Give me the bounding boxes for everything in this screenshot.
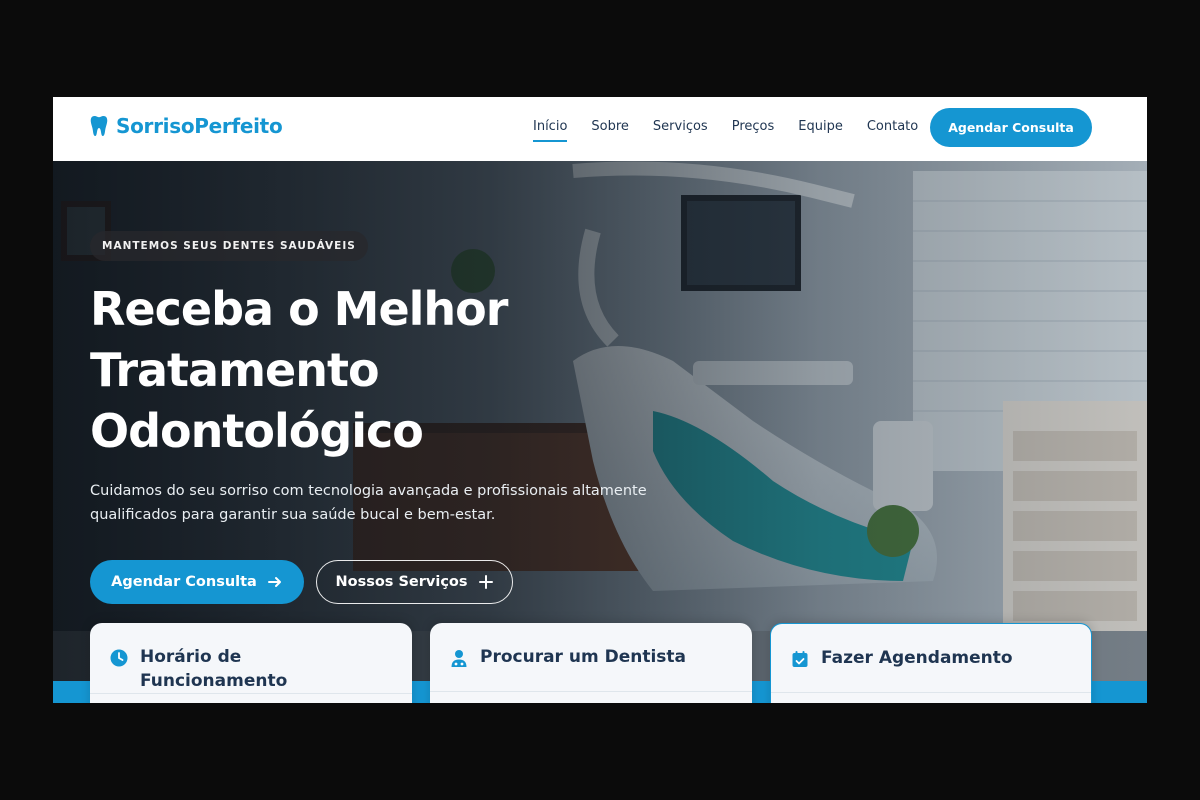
our-services-label: Nossos Serviços: [335, 574, 468, 590]
nav-item-equipe[interactable]: Equipe: [798, 119, 843, 140]
hero-title: Receba o Melhor Tratamento Odontológico: [90, 282, 508, 458]
calendar-check-icon: [792, 651, 808, 667]
schedule-appointment-label: Agendar Consulta: [111, 574, 257, 590]
plus-icon: [478, 575, 493, 589]
nav-item-inicio[interactable]: Início: [533, 119, 568, 142]
info-card-book[interactable]: Fazer Agendamento: [770, 623, 1092, 703]
our-services-button[interactable]: Nossos Serviços: [316, 560, 513, 604]
info-card-find-dentist[interactable]: Procurar um Dentista: [430, 623, 752, 703]
schedule-appointment-button[interactable]: Agendar Consulta: [90, 560, 304, 604]
card-divider: [90, 693, 412, 694]
brand-logo[interactable]: SorrisoPerfeito: [90, 114, 283, 138]
info-card-hours-title: Horário de Funcionamento: [140, 647, 288, 691]
header-schedule-button[interactable]: Agendar Consulta: [930, 108, 1092, 147]
arrow-right-icon: [267, 577, 281, 587]
doctor-icon: [451, 650, 467, 667]
hero-section: MANTEMOS SEUS DENTES SAUDÁVEIS Receba o …: [53, 161, 1147, 703]
info-card-find-dentist-title: Procurar um Dentista: [480, 647, 687, 667]
nav-item-servicos[interactable]: Serviços: [653, 119, 708, 140]
nav-item-sobre[interactable]: Sobre: [591, 119, 629, 140]
nav-item-precos[interactable]: Preços: [732, 119, 775, 140]
clock-icon: [110, 649, 128, 667]
main-nav: Início Sobre Serviços Preços Equipe Cont…: [533, 119, 942, 142]
hero-badge: MANTEMOS SEUS DENTES SAUDÁVEIS: [90, 231, 368, 261]
card-divider: [771, 692, 1091, 693]
nav-item-contato[interactable]: Contato: [867, 119, 918, 140]
tooth-icon: [90, 116, 108, 136]
brand-name: SorrisoPerfeito: [116, 114, 283, 138]
card-divider: [430, 691, 752, 692]
site-header: SorrisoPerfeito Início Sobre Serviços Pr…: [53, 97, 1147, 161]
info-card-hours[interactable]: Horário de Funcionamento: [90, 623, 412, 703]
browser-viewport: SorrisoPerfeito Início Sobre Serviços Pr…: [53, 97, 1147, 703]
hero-description: Cuidamos do seu sorriso com tecnologia a…: [90, 483, 647, 523]
info-card-book-title: Fazer Agendamento: [821, 648, 1013, 668]
